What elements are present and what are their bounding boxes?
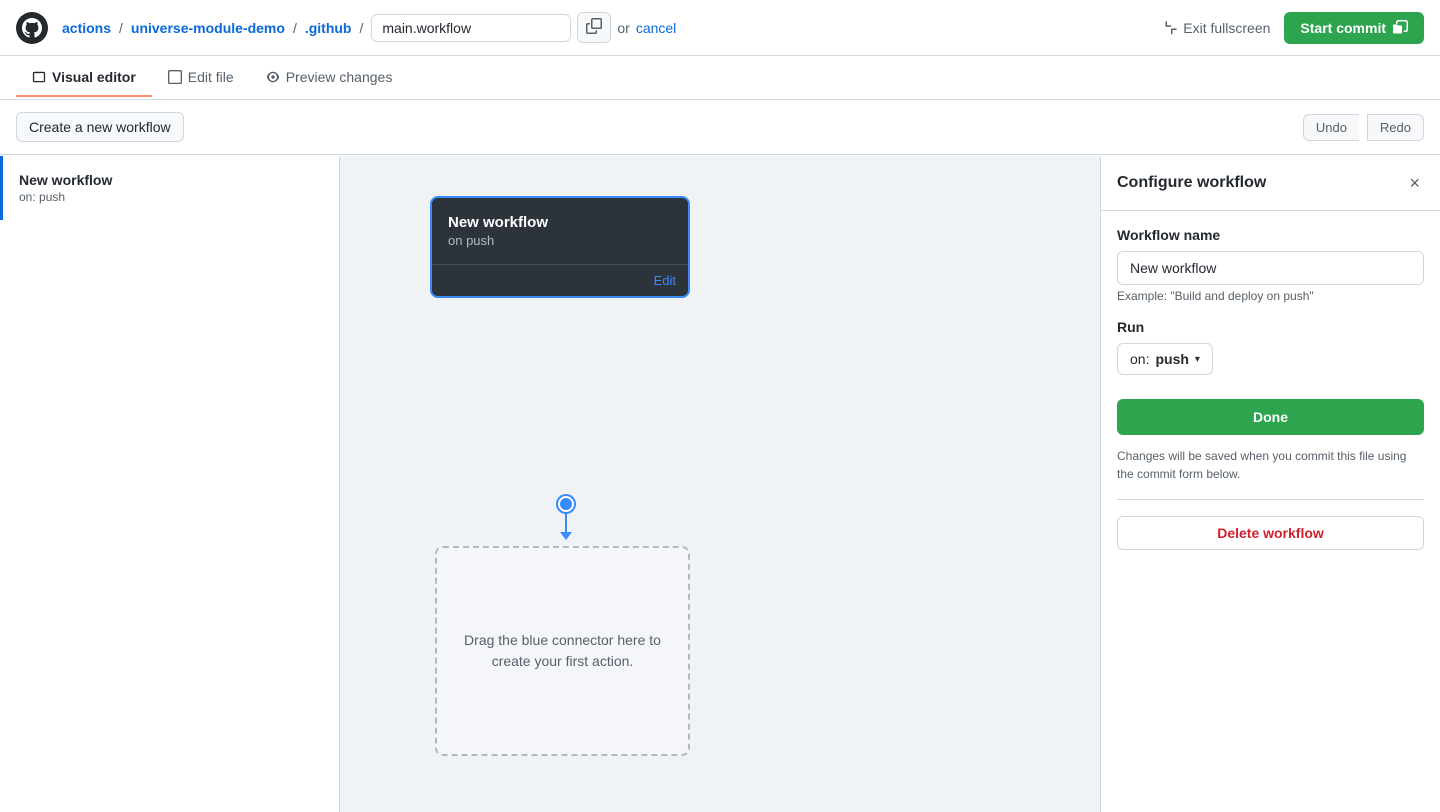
github-logo [16,12,48,44]
tab-preview-changes[interactable]: Preview changes [250,59,409,97]
connector-arrow [560,532,572,540]
breadcrumb-sep-3: / [359,20,363,36]
configure-panel-body: Workflow name Example: "Build and deploy… [1101,211,1440,566]
configure-panel-close-button[interactable]: × [1405,172,1424,194]
edit-file-tab-label: Edit file [188,69,234,85]
connector-area [558,496,574,540]
run-dropdown[interactable]: on: push ▾ [1117,343,1213,375]
drop-zone-text: Drag the blue connector here to create y… [457,630,668,672]
breadcrumb-sep-2: / [293,20,297,36]
preview-icon [266,70,280,84]
cancel-link[interactable]: cancel [636,20,676,36]
workflow-list-item[interactable]: New workflow on: push [0,156,339,220]
tab-visual-editor[interactable]: Visual editor [16,59,152,97]
workflow-name-label: Workflow name [1117,227,1424,243]
redo-button[interactable]: Redo [1367,114,1424,141]
exit-fullscreen-label: Exit fullscreen [1183,20,1270,36]
run-value: push [1155,351,1188,367]
toolbar: Create a new workflow Undo Redo [0,100,1440,155]
breadcrumb-actions-link[interactable]: actions [62,20,111,36]
exit-fullscreen-button[interactable]: Exit fullscreen [1161,20,1270,36]
workflow-node-edit-button[interactable]: Edit [654,273,676,288]
edit-file-icon [168,70,182,84]
configure-panel-title: Configure workflow [1117,174,1266,192]
content-area: New workflow on: push New workflow on pu… [0,156,1440,812]
breadcrumb-repo-link[interactable]: universe-module-demo [131,20,285,36]
sidebar: New workflow on: push [0,156,340,812]
run-group: Run on: push ▾ [1117,319,1424,375]
drop-zone: Drag the blue connector here to create y… [435,546,690,756]
chevron-down-icon: ▾ [1195,354,1200,365]
workflow-name-hint: Example: "Build and deploy on push" [1117,289,1424,303]
workflow-node-title: New workflow [448,214,672,231]
topbar: actions / universe-module-demo / .github… [0,0,1440,56]
breadcrumb-sep-1: / [119,20,123,36]
start-commit-button[interactable]: Start commit [1284,12,1424,44]
preview-changes-tab-label: Preview changes [286,69,393,85]
divider [1117,499,1424,500]
workflow-node-subtitle: on push [448,233,672,248]
workflow-item-trigger: on: push [19,190,323,204]
run-prefix: on: [1130,351,1149,367]
configure-panel: Configure workflow × Workflow name Examp… [1100,156,1440,812]
copy-path-button[interactable] [577,12,611,43]
tab-edit-file[interactable]: Edit file [152,59,250,97]
start-commit-label: Start commit [1300,20,1386,36]
filename-input[interactable] [371,14,571,42]
visual-editor-tab-label: Visual editor [52,69,136,85]
tab-bar: Visual editor Edit file Preview changes [0,56,1440,100]
run-label: Run [1117,319,1424,335]
workflow-item-name: New workflow [19,172,323,188]
workflow-name-group: Workflow name Example: "Build and deploy… [1117,227,1424,303]
workflow-name-input[interactable] [1117,251,1424,285]
done-button[interactable]: Done [1117,399,1424,435]
connector-line [565,512,567,532]
connector-dot[interactable] [558,496,574,512]
save-note: Changes will be saved when you commit th… [1117,447,1424,483]
undo-button[interactable]: Undo [1303,114,1359,141]
visual-editor-icon [32,70,46,84]
workflow-node[interactable]: New workflow on push Edit [430,196,690,298]
configure-panel-header: Configure workflow × [1101,156,1440,211]
delete-workflow-button[interactable]: Delete workflow [1117,516,1424,550]
breadcrumb-github-link[interactable]: .github [305,20,352,36]
or-text: or [617,20,629,36]
create-new-workflow-button[interactable]: Create a new workflow [16,112,184,142]
